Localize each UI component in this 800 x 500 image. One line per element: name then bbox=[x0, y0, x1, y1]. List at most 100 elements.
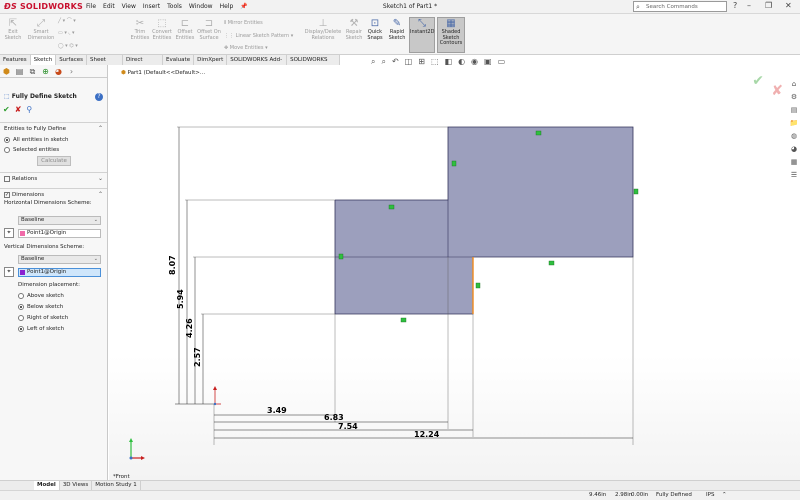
menu-view[interactable]: View bbox=[122, 3, 136, 10]
search-commands-input[interactable]: ⌕ Search Commands bbox=[633, 1, 727, 12]
menu-bar: File Edit View Insert Tools Window Help … bbox=[86, 3, 248, 10]
status-dropdown-icon[interactable]: ⌃ bbox=[722, 492, 727, 498]
search-icon: ⌕ bbox=[636, 3, 640, 11]
placement-label: Dimension placement: bbox=[18, 282, 81, 288]
vertical-origin-field[interactable]: Point1@Origin bbox=[18, 268, 101, 277]
dim-3-49[interactable]: 3.49 bbox=[267, 406, 287, 415]
tab-evaluate[interactable]: Evaluate bbox=[163, 55, 195, 65]
move-entities-button[interactable]: ✥ Move Entities ▾ bbox=[224, 45, 268, 51]
menu-window[interactable]: Window bbox=[189, 3, 213, 10]
horizontal-scheme-select[interactable]: Baseline ⌄ bbox=[18, 216, 101, 225]
feature-tree-icon[interactable]: ⬢ bbox=[0, 65, 13, 78]
help-dropdown-icon[interactable]: ? bbox=[733, 1, 737, 10]
configuration-icon[interactable]: ⧉ bbox=[26, 65, 39, 78]
vertical-relation-icon bbox=[633, 188, 639, 195]
shaded-sketch-contours-button[interactable]: ▦ Shaded Sketch Contours bbox=[437, 17, 465, 53]
pm-header: ⬚ Fully Define Sketch bbox=[4, 93, 77, 100]
pin-icon[interactable]: 📌 bbox=[240, 3, 247, 10]
vertical-relation-icon bbox=[475, 282, 481, 289]
property-manager-icon[interactable]: ▤ bbox=[13, 65, 26, 78]
tab-addins[interactable]: SOLIDWORKS Add-Ins bbox=[227, 55, 288, 71]
collapse-chevron-icon: ⌃ bbox=[97, 191, 103, 198]
dim-7-54[interactable]: 7.54 bbox=[338, 422, 358, 431]
horizontal-relation-icon bbox=[535, 130, 542, 136]
dim-6-83[interactable]: 6.83 bbox=[324, 413, 344, 422]
entities-group-header[interactable]: Entities to Fully Define ⌃ bbox=[0, 125, 107, 135]
convert-entities-button[interactable]: ⬚ Convert Entities bbox=[150, 18, 174, 41]
menu-help[interactable]: Help bbox=[220, 3, 234, 10]
search-placeholder: Search Commands bbox=[646, 4, 698, 10]
instant2d-button[interactable]: ⤡ Instant2D bbox=[409, 17, 435, 53]
rectangle-tool-icon[interactable]: ▭ ▾ ◟ ▾ bbox=[58, 30, 74, 36]
vertical-scheme-select[interactable]: Baseline ⌄ bbox=[18, 255, 101, 264]
relations-checkbox[interactable] bbox=[4, 175, 10, 182]
rapid-sketch-button[interactable]: ✎ Rapid Sketch bbox=[386, 18, 408, 41]
tab-3d-views[interactable]: 3D Views bbox=[60, 481, 93, 490]
display-delete-relations-button[interactable]: ⊥ Display/Delete Relations bbox=[302, 18, 344, 41]
menu-tools[interactable]: Tools bbox=[167, 3, 182, 10]
right-sketch-radio[interactable]: Right of sketch bbox=[14, 313, 68, 323]
minimize-icon[interactable]: – bbox=[747, 1, 751, 10]
cancel-x-icon[interactable]: ✘ bbox=[15, 105, 22, 114]
chevron-down-icon: ⌄ bbox=[93, 217, 98, 223]
menu-insert[interactable]: Insert bbox=[143, 3, 160, 10]
all-entities-radio[interactable]: All entities in sketch bbox=[0, 135, 107, 145]
menu-file[interactable]: File bbox=[86, 3, 96, 10]
tab-dimxpert[interactable]: DimXpert bbox=[194, 55, 228, 65]
selected-entities-radio[interactable]: Selected entities bbox=[0, 145, 107, 155]
appearance-icon[interactable]: ◕ bbox=[52, 65, 65, 78]
dim-12-24[interactable]: 12.24 bbox=[414, 430, 440, 439]
document-title: Sketch1 of Part1 * bbox=[382, 3, 438, 10]
sketch-canvas[interactable]: 8.07 5.94 4.26 2.57 3.49 6.83 7.54 12.24 bbox=[109, 65, 800, 480]
repair-sketch-button[interactable]: ⚒ Repair Sketch bbox=[343, 18, 365, 41]
dimxpert-icon[interactable]: ⊕ bbox=[39, 65, 52, 78]
close-icon[interactable]: ✕ bbox=[785, 1, 792, 10]
dimensions-checkbox[interactable]: ✓ bbox=[4, 191, 10, 198]
title-bar: ƉS SOLIDWORKS File Edit View Insert Tool… bbox=[0, 0, 800, 14]
placement-radio-group: Above sketch Below sketch Right of sketc… bbox=[14, 291, 68, 334]
tab-mbd[interactable]: SOLIDWORKS MBD bbox=[287, 55, 340, 71]
status-units[interactable]: IPS bbox=[706, 492, 714, 498]
quick-snaps-button[interactable]: ⊡ Quick Snaps bbox=[366, 18, 384, 41]
tab-sheet-metal[interactable]: Sheet Metal bbox=[87, 55, 124, 71]
tab-model[interactable]: Model bbox=[34, 481, 60, 490]
tab-features[interactable]: Features bbox=[0, 55, 31, 65]
fully-define-icon: ⬚ bbox=[4, 93, 10, 100]
expand-arrow-icon[interactable]: › bbox=[65, 65, 78, 78]
mirror-entities-button[interactable]: ⫴ Mirror Entities bbox=[224, 20, 263, 26]
horizontal-origin-field[interactable]: Point1@Origin bbox=[18, 229, 101, 238]
horizontal-relation-icon bbox=[548, 260, 555, 266]
tab-surfaces[interactable]: Surfaces bbox=[56, 55, 88, 65]
tab-sketch[interactable]: Sketch bbox=[30, 55, 57, 65]
relations-group-header[interactable]: Relations ⌄ bbox=[0, 175, 107, 185]
restore-icon[interactable]: ❐ bbox=[765, 1, 772, 10]
below-sketch-radio[interactable]: Below sketch bbox=[14, 302, 68, 312]
help-icon[interactable]: ? bbox=[95, 93, 103, 101]
vertical-relation-icon bbox=[338, 253, 344, 260]
dim-5-94[interactable]: 5.94 bbox=[176, 289, 185, 309]
origin-icon[interactable] bbox=[213, 386, 221, 406]
offset-entities-button[interactable]: ⊏ Offset Entities bbox=[173, 18, 197, 41]
tab-motion-study[interactable]: Motion Study 1 bbox=[92, 481, 141, 490]
pushpin-icon[interactable]: ⚲ bbox=[26, 105, 32, 114]
above-sketch-radio[interactable]: Above sketch bbox=[14, 291, 68, 301]
triad-icon bbox=[129, 438, 145, 460]
ok-check-icon[interactable]: ✔ bbox=[3, 105, 10, 114]
left-sketch-radio[interactable]: Left of sketch bbox=[14, 324, 68, 334]
line-tool-icon[interactable]: ╱ ▾ ⌒ ▾ bbox=[58, 17, 76, 24]
exit-sketch-button[interactable]: ⇱ Exit Sketch bbox=[2, 18, 24, 41]
calculate-button[interactable]: Calculate bbox=[37, 156, 71, 166]
trim-entities-button[interactable]: ✂ Trim Entities bbox=[128, 18, 152, 41]
linear-sketch-pattern-button[interactable]: ⋮⋮ Linear Sketch Pattern ▾ bbox=[224, 33, 293, 39]
tab-direct-editing[interactable]: Direct Editing bbox=[123, 55, 164, 71]
dim-2-57[interactable]: 2.57 bbox=[193, 347, 202, 367]
smart-dimension-button[interactable]: ⤢ Smart Dimension bbox=[26, 18, 56, 41]
horizontal-origin-icon: ⌖ bbox=[4, 228, 14, 238]
menu-edit[interactable]: Edit bbox=[103, 3, 115, 10]
dim-4-26[interactable]: 4.26 bbox=[185, 318, 194, 338]
offset-on-surface-button[interactable]: ⊐ Offset On Surface bbox=[197, 18, 221, 41]
dim-8-07[interactable]: 8.07 bbox=[168, 255, 177, 275]
solidworks-logo[interactable]: ƉS SOLIDWORKS bbox=[4, 2, 83, 11]
circle-tool-icon[interactable]: ◯ ▾ ⌬ ▾ bbox=[58, 43, 78, 49]
graphics-area[interactable]: ⬢ Part1 (Default<<Default>... ⌕ ⌕ ↶ ◫ ⊞ … bbox=[109, 57, 800, 480]
